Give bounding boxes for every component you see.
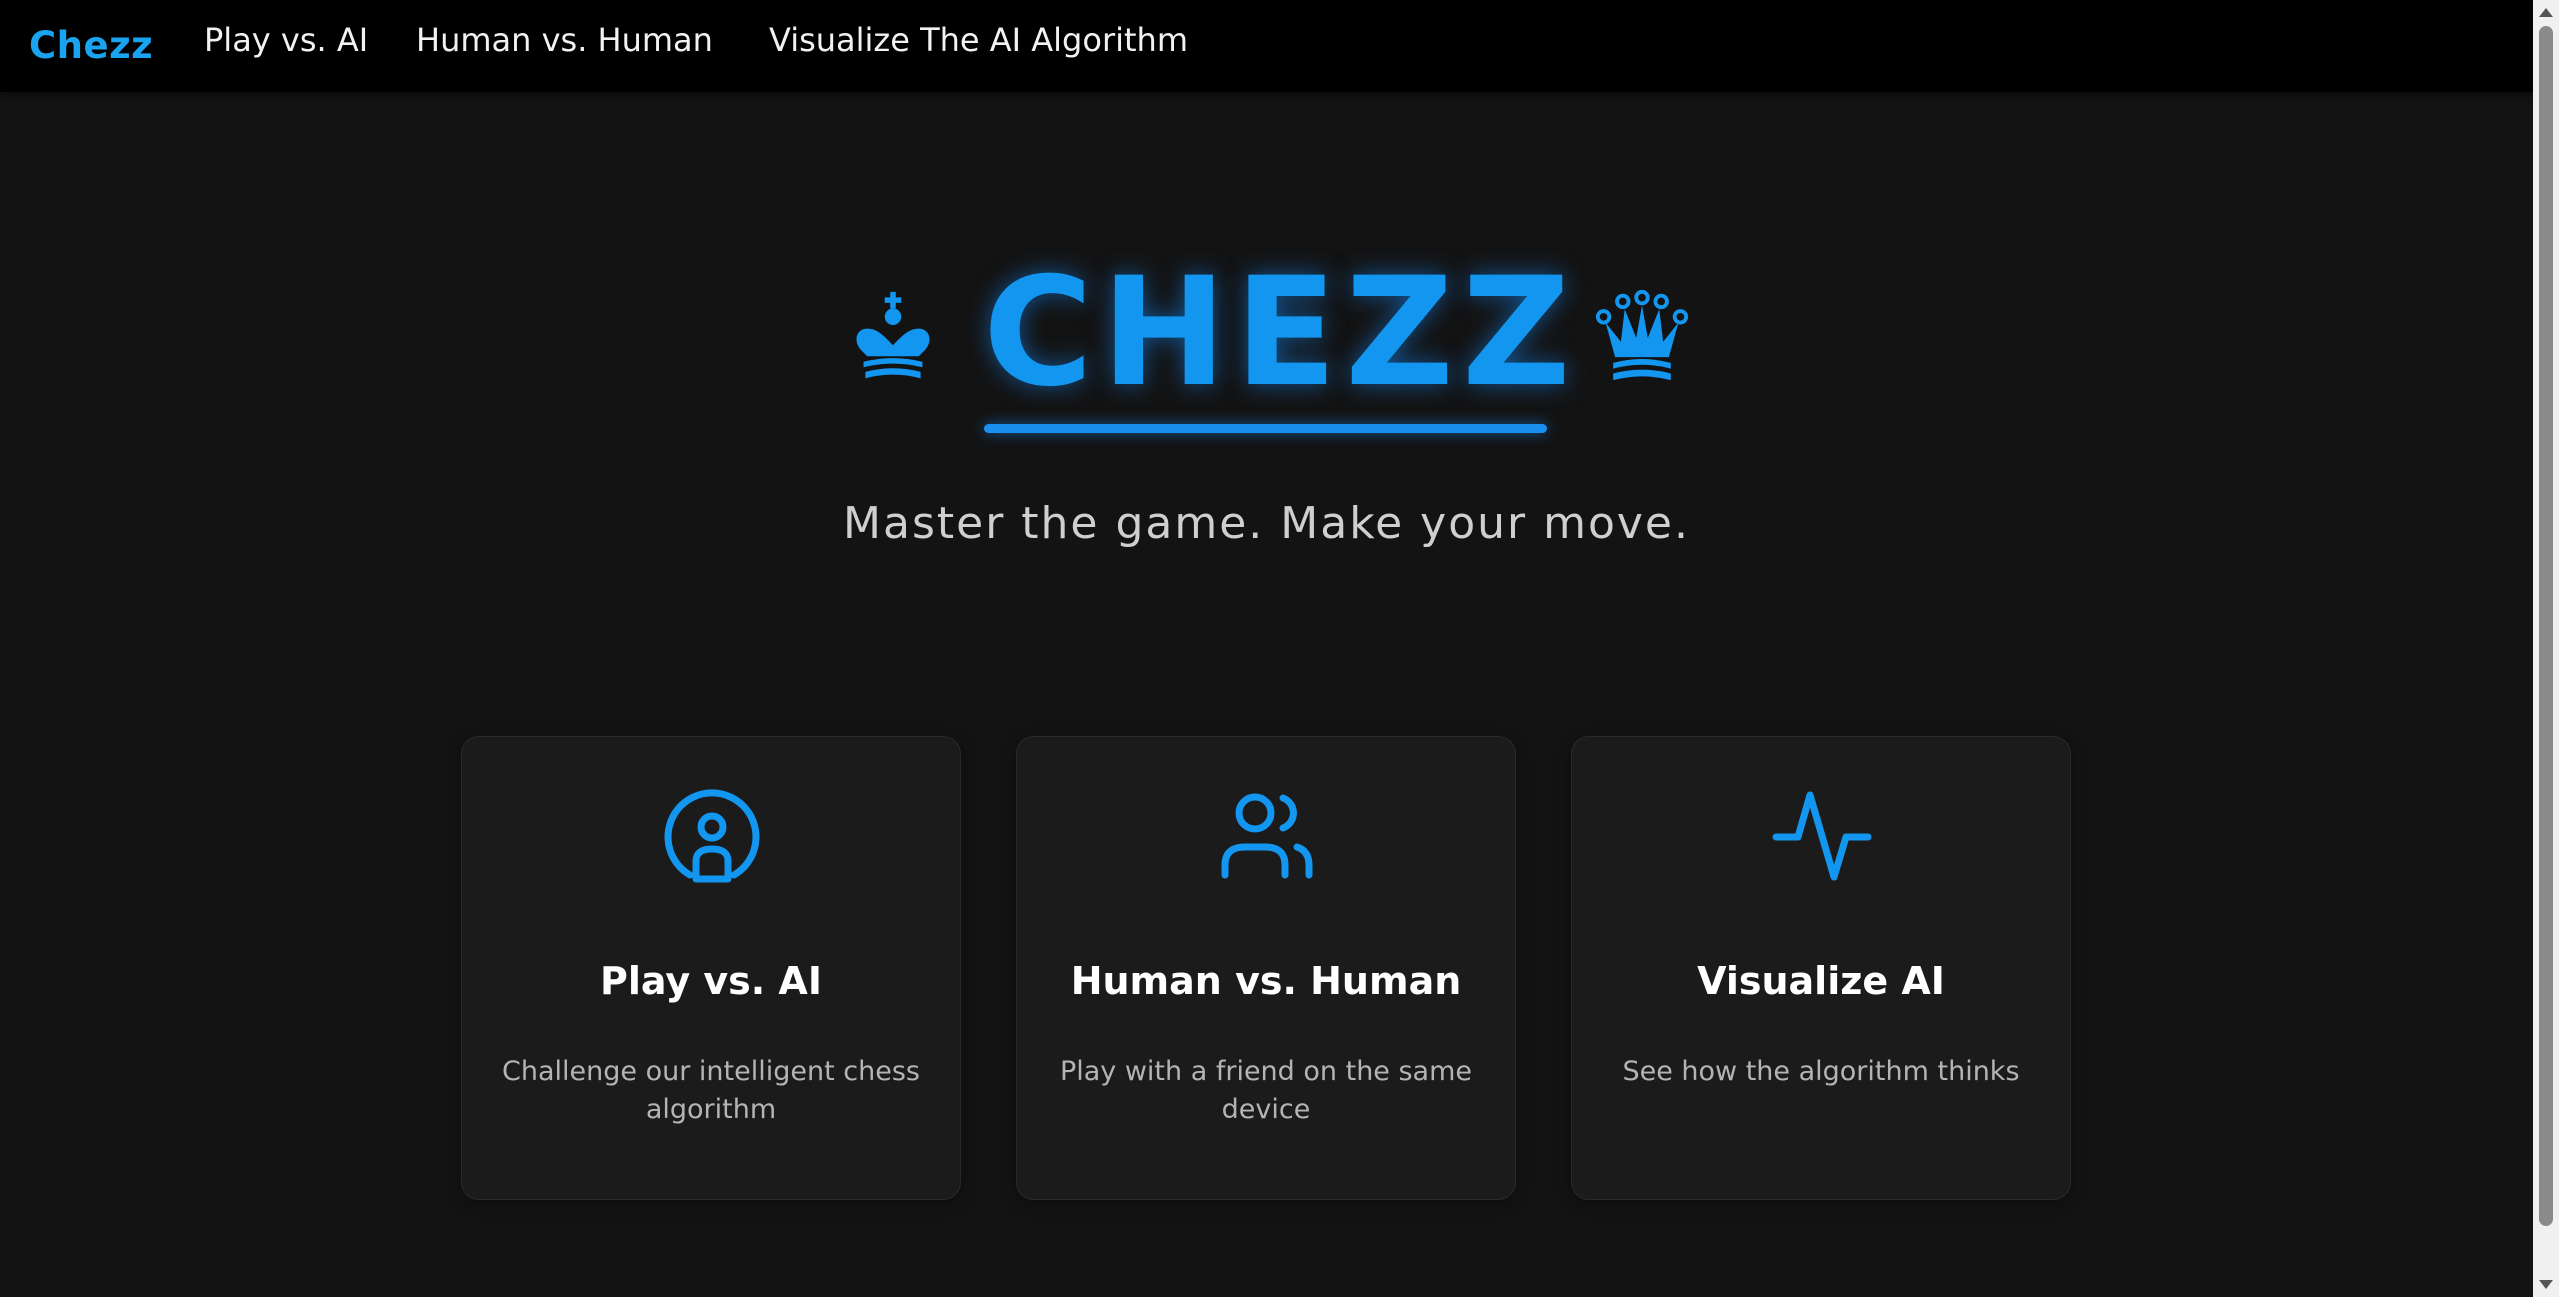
card-play-vs-ai[interactable]: Play vs. AI Challenge our intelligent ch… <box>461 736 961 1200</box>
card-description: Challenge our intelligent chess algorith… <box>502 1056 920 1125</box>
scroll-up-arrow-icon[interactable] <box>2539 8 2553 17</box>
queen-icon <box>1595 289 1689 381</box>
card-visualize-ai[interactable]: Visualize AI See how the algorithm think… <box>1571 736 2071 1200</box>
vertical-scrollbar[interactable] <box>2533 0 2559 1297</box>
nav-link-play-vs-ai[interactable]: Play vs. AI <box>204 21 368 59</box>
brand-logo-link[interactable]: Chezz <box>29 24 153 67</box>
scrollbar-thumb[interactable] <box>2539 26 2553 1226</box>
hero-title-underline <box>984 424 1547 433</box>
nav-link-visualize-ai[interactable]: Visualize The AI Algorithm <box>769 21 1188 59</box>
card-title: Play vs. AI <box>600 959 822 1003</box>
users-icon <box>1221 793 1313 879</box>
nav-link-human-vs-human[interactable]: Human vs. Human <box>416 21 713 59</box>
king-icon <box>856 291 930 379</box>
card-description: See how the algorithm thinks <box>1622 1056 2020 1087</box>
page: Chezz Play vs. AI Human vs. Human Visual… <box>0 0 2559 1297</box>
card-title: Human vs. Human <box>1070 959 1462 1003</box>
card-description: Play with a friend on the same device <box>1059 1056 1473 1125</box>
hero-tagline: Master the game. Make your move. <box>843 498 1690 549</box>
top-navbar: Chezz Play vs. AI Human vs. Human Visual… <box>0 0 2533 92</box>
hero-title: CHEZZ <box>983 246 1579 420</box>
card-title: Visualize AI <box>1697 959 1945 1003</box>
card-human-vs-human[interactable]: Human vs. Human Play with a friend on th… <box>1016 736 1516 1200</box>
robot-icon <box>664 789 760 883</box>
scroll-down-arrow-icon[interactable] <box>2539 1280 2553 1289</box>
activity-icon <box>1772 791 1872 881</box>
